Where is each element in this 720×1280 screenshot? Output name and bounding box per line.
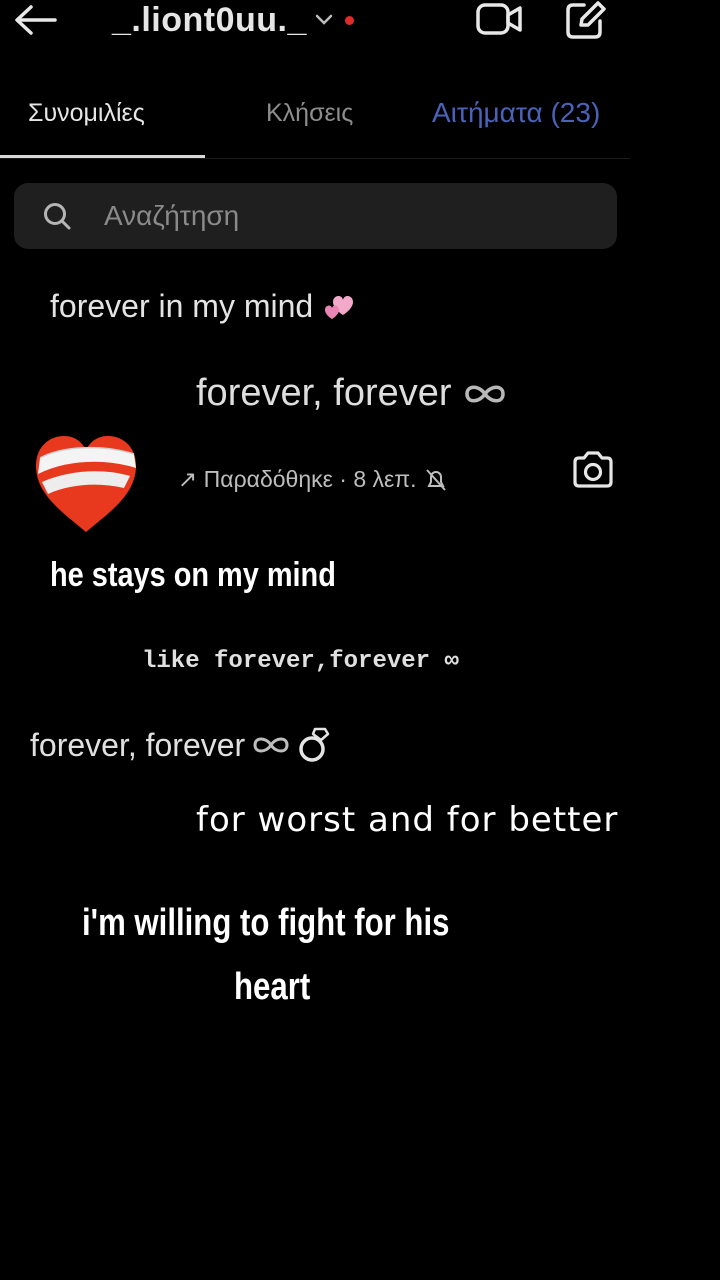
lyric-line: forever in my mind <box>50 288 361 325</box>
new-message-button[interactable] <box>563 0 609 40</box>
lyric-text: forever, forever <box>30 726 246 763</box>
message-row: ↗ Παραδόθηκε · 8 λεπ. <box>32 432 632 542</box>
camera-button[interactable] <box>568 448 618 492</box>
delivery-status: ↗ Παραδόθηκε · 8 λεπ. <box>178 466 447 493</box>
camera-icon <box>573 451 613 488</box>
status-dot <box>344 15 354 25</box>
tab-requests[interactable]: Αιτήματα (23) <box>432 82 600 144</box>
new-message-icon <box>566 1 606 39</box>
lyric-text: forever in my mind <box>50 288 314 324</box>
lyric-line: for worst and for better <box>196 800 619 840</box>
mending-heart-icon <box>36 436 136 532</box>
video-call-button[interactable] <box>474 0 524 38</box>
arrow-left-icon <box>15 5 57 35</box>
back-button[interactable] <box>10 0 60 40</box>
chevron-down-icon <box>315 10 335 30</box>
infinity-icon <box>253 737 289 753</box>
username: _.liont0uu._ <box>112 1 307 39</box>
video-call-icon <box>476 3 522 35</box>
muted-icon <box>425 468 446 491</box>
inbox-tabs: Συνομιλίες Κλήσεις Αιτήματα (23) <box>0 82 630 159</box>
search-bar[interactable] <box>14 183 617 249</box>
infinity-icon <box>464 385 505 402</box>
tab-calls[interactable]: Κλήσεις <box>266 82 353 144</box>
search-input[interactable] <box>102 199 586 233</box>
two-hearts-icon <box>325 295 354 319</box>
lyric-line: forever, forever <box>196 372 508 415</box>
lyric-line: he stays on my mind <box>50 556 336 594</box>
search-icon <box>42 201 72 231</box>
lyric-text: forever, forever <box>196 372 452 414</box>
chat-header: _.liont0uu._ <box>0 0 630 60</box>
tab-chats[interactable]: Συνομιλίες <box>28 82 145 144</box>
account-switcher[interactable]: _.liont0uu._ <box>112 0 354 40</box>
delivery-text: ↗ Παραδόθηκε · 8 λεπ. <box>178 466 417 492</box>
ring-icon <box>299 727 330 762</box>
lyric-line: forever, forever <box>30 725 331 765</box>
lyric-line: like forever,forever ∞ <box>142 648 459 675</box>
lyric-line: heart <box>234 966 311 1008</box>
lyric-line: i'm willing to fight for his <box>82 902 450 944</box>
active-tab-indicator <box>0 155 205 158</box>
